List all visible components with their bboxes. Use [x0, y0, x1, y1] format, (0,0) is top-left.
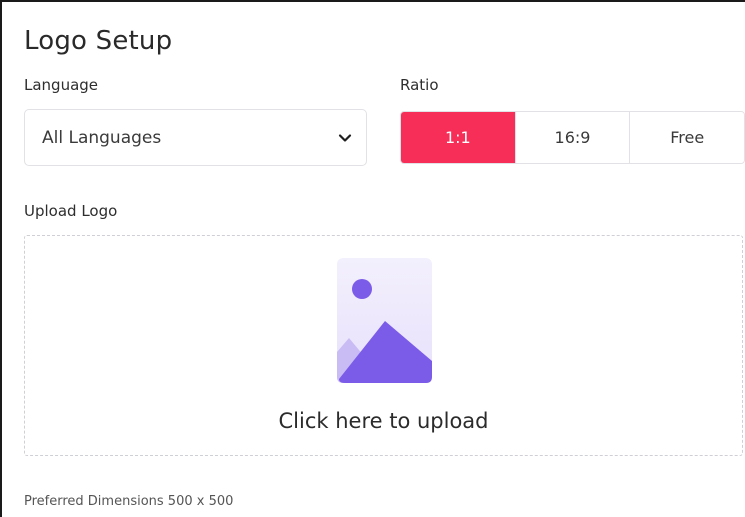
language-label: Language: [24, 76, 99, 94]
image-placeholder-icon: [337, 258, 432, 383]
language-select[interactable]: All Languages: [24, 109, 367, 166]
ratio-option-16-9[interactable]: 16:9: [515, 112, 631, 163]
logo-setup-panel: Logo Setup Language Ratio All Languages …: [0, 0, 745, 517]
language-select-value: All Languages: [42, 128, 162, 148]
ratio-option-1-1[interactable]: 1:1: [401, 112, 516, 163]
ratio-toggle-group: 1:1 16:9 Free: [400, 111, 745, 164]
preferred-dimensions-hint: Preferred Dimensions 500 x 500: [24, 494, 234, 509]
ratio-option-free[interactable]: Free: [630, 112, 744, 163]
upload-dropzone[interactable]: Click here to upload: [24, 235, 743, 456]
upload-prompt: Click here to upload: [278, 409, 489, 433]
upload-logo-label: Upload Logo: [24, 202, 118, 220]
ratio-label: Ratio: [400, 76, 439, 94]
chevron-down-icon: [338, 134, 352, 142]
page-title: Logo Setup: [24, 26, 173, 56]
